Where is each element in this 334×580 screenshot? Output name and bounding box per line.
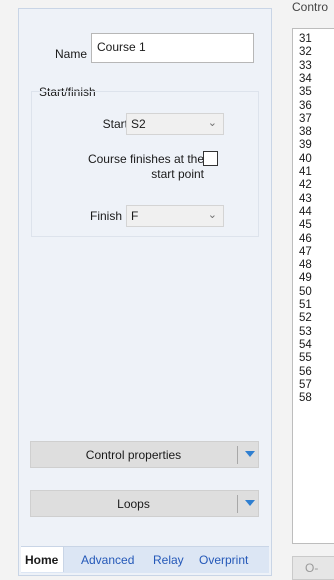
finish-at-start-checkbox[interactable]	[203, 151, 218, 166]
list-item[interactable]: 56	[299, 366, 312, 379]
controls-list[interactable]: 31 32 33 34 35 36 37 38 39 40 41 42 43 44 45 46 47 48 49 50…	[292, 28, 334, 544]
list-item[interactable]: 34	[299, 73, 312, 86]
list-item[interactable]: 40	[299, 153, 312, 166]
list-item[interactable]: 46	[299, 233, 312, 246]
list-item[interactable]: 39	[299, 139, 312, 152]
list-item[interactable]: 53	[299, 326, 312, 339]
tab-advanced[interactable]: Advanced	[81, 553, 134, 567]
list-item[interactable]: 41	[299, 166, 312, 179]
name-label: Name	[55, 47, 88, 61]
controls-action-button[interactable]: O-	[292, 556, 334, 580]
start-select-value: S2	[131, 117, 146, 131]
list-item[interactable]: 55	[299, 352, 312, 365]
control-properties-button[interactable]: Control properties	[30, 441, 259, 468]
list-item[interactable]: 38	[299, 126, 312, 139]
list-item[interactable]: 45	[299, 219, 312, 232]
list-item[interactable]: 52	[299, 312, 312, 325]
list-item[interactable]: 50	[299, 286, 312, 299]
start-label: Start	[102, 117, 128, 131]
list-item[interactable]: 57	[299, 379, 312, 392]
loops-button[interactable]: Loops	[30, 490, 259, 517]
dropdown-arrow-icon[interactable]	[245, 500, 255, 506]
list-item[interactable]: 36	[299, 100, 312, 113]
list-item[interactable]: 54	[299, 339, 312, 352]
tab-bar: Home Advanced Relay Overprint	[21, 546, 269, 573]
list-item[interactable]: 42	[299, 179, 312, 192]
controls-header: Contro	[292, 0, 329, 14]
same-point-label: Course finishes at the start point	[36, 152, 204, 182]
chevron-down-icon: ⌄	[207, 209, 217, 221]
button-divider	[237, 495, 238, 513]
tab-home[interactable]: Home	[21, 547, 65, 572]
finish-select[interactable]: F ⌄	[126, 205, 224, 227]
list-item[interactable]: 48	[299, 259, 312, 272]
dropdown-arrow-icon[interactable]	[245, 451, 255, 457]
list-item[interactable]: 37	[299, 113, 312, 126]
tab-relay[interactable]: Relay	[153, 553, 184, 567]
same-point-label-line1: Course finishes at the	[87, 152, 204, 166]
button-divider	[237, 446, 238, 464]
list-item[interactable]: 31	[299, 33, 312, 46]
start-finish-group: Start S2 ⌄ Course finishes at the start …	[31, 91, 259, 237]
control-properties-label: Control properties	[85, 448, 182, 462]
chevron-down-icon: ⌄	[207, 117, 217, 129]
loops-label: Loops	[117, 497, 150, 511]
list-item[interactable]: 49	[299, 272, 312, 285]
list-item[interactable]: 44	[299, 206, 312, 219]
finish-label: Finish	[89, 209, 122, 223]
list-item[interactable]: 32	[299, 46, 312, 59]
course-properties-panel: Name Course 1 Start/finish Start S2 ⌄ Co…	[18, 8, 272, 576]
course-name-input[interactable]: Course 1	[91, 33, 254, 63]
list-item[interactable]: 43	[299, 193, 312, 206]
start-select[interactable]: S2 ⌄	[126, 113, 224, 135]
finish-select-value: F	[131, 209, 139, 223]
tab-overprint[interactable]: Overprint	[199, 553, 248, 567]
list-item[interactable]: 47	[299, 246, 312, 259]
list-item[interactable]: 33	[299, 60, 312, 73]
list-item[interactable]: 58	[299, 392, 312, 405]
same-point-label-line2: start point	[151, 167, 204, 181]
list-item[interactable]: 35	[299, 86, 312, 99]
list-item[interactable]: 51	[299, 299, 312, 312]
